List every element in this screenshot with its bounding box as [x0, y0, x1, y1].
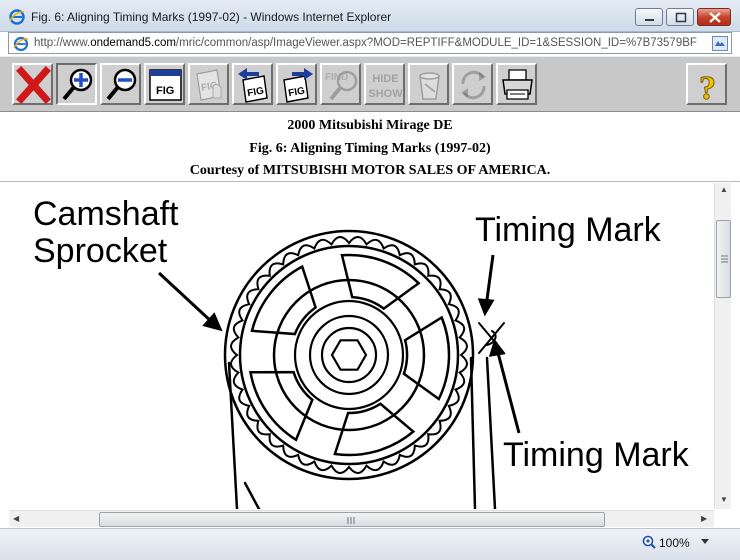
minimize-button[interactable] [635, 8, 663, 26]
zoom-in-icon [62, 68, 93, 101]
previous-figure-button[interactable]: FIG [232, 63, 273, 105]
scroll-down-arrow-icon[interactable]: ▼ [720, 496, 728, 504]
close-x-icon [16, 66, 51, 104]
zoom-out-icon [106, 68, 137, 101]
next-fig-icon: FIG [283, 68, 313, 103]
close-icon [709, 12, 721, 23]
help-question-mark: ? [699, 70, 716, 104]
print-icon [502, 69, 533, 100]
help-button[interactable]: ? [686, 63, 727, 105]
show-text: SHOW [368, 88, 403, 100]
horizontal-scrollbar[interactable]: ◀ ▶ [9, 510, 714, 527]
zoom-in-button[interactable] [56, 63, 97, 105]
hide-show-icon: HIDE SHOW [368, 73, 403, 100]
scroll-left-arrow-icon[interactable]: ◀ [13, 515, 19, 523]
timing-sprocket-diagram: Camshaft Sprocket Timing Mark Timing Mar… [33, 195, 690, 509]
fit-window-icon: FIG [149, 69, 182, 101]
scroll-right-arrow-icon[interactable]: ▶ [701, 515, 707, 523]
print-button[interactable] [496, 63, 537, 105]
zoom-out-button[interactable] [100, 63, 141, 105]
grip-icon [721, 255, 728, 263]
fit-window-button[interactable]: FIG [144, 63, 185, 105]
sprocket-spoke-window [402, 315, 451, 401]
image-viewer[interactable]: Camshaft Sprocket Timing Mark Timing Mar… [9, 183, 714, 509]
zoom-level[interactable]: 100% [659, 536, 690, 550]
url-prefix: http://www. [34, 37, 91, 49]
close-image-button[interactable] [12, 63, 53, 105]
grip-icon [347, 517, 355, 524]
scroll-up-arrow-icon[interactable]: ▲ [720, 186, 728, 194]
rotate-button[interactable] [452, 63, 493, 105]
hide-show-button[interactable]: HIDE SHOW [364, 63, 405, 105]
previous-fig-icon: FIG [238, 68, 268, 103]
help-icon: ? [699, 70, 717, 105]
timing-mark-label-bottom: Timing Mark [503, 436, 690, 474]
minimize-icon [645, 19, 654, 21]
timing-mark-label-top: Timing Mark [475, 211, 662, 249]
title-bar: Fig. 6: Aligning Timing Marks (1997-02) … [0, 0, 740, 32]
find-text: FIND [325, 72, 348, 83]
address-bar[interactable]: http://www.ondemand5.com/mric/common/asp… [8, 32, 732, 54]
camshaft-label-line2: Sprocket [33, 232, 168, 270]
url-domain: ondemand5.com [90, 37, 176, 49]
figure-header: 2000 Mitsubishi Mirage DE Fig. 6: Aligni… [0, 113, 740, 182]
fit-window-fig-text: FIG [156, 85, 174, 97]
bucket-button[interactable] [408, 63, 449, 105]
vertical-scrollbar[interactable]: ▲ ▼ [714, 183, 731, 509]
zoom-magnifier-icon[interactable] [642, 535, 656, 549]
fig-hand-button[interactable]: FIG [188, 63, 229, 105]
horizontal-scroll-thumb[interactable] [99, 512, 605, 527]
rotate-icon [461, 70, 486, 100]
maximize-button[interactable] [666, 8, 694, 26]
camshaft-label-line1: Camshaft [33, 195, 179, 233]
ie-page-icon [13, 36, 29, 52]
camshaft-sprocket-drawing [223, 229, 505, 509]
find-icon: FIND [325, 70, 358, 101]
vehicle-title: 2000 Mitsubishi Mirage DE [287, 118, 453, 133]
url-text[interactable]: http://www.ondemand5.com/mric/common/asp… [34, 37, 714, 49]
bucket-icon [419, 72, 440, 100]
hide-text: HIDE [372, 73, 398, 85]
find-button[interactable]: FIND [320, 63, 361, 105]
url-path: /mric/common/asp/ImageViewer.aspx?MOD=RE… [175, 37, 697, 49]
vertical-scroll-thumb[interactable] [716, 220, 731, 298]
close-window-button[interactable] [697, 8, 731, 26]
zoom-dropdown-icon[interactable] [700, 538, 710, 546]
sprocket-teeth [230, 236, 468, 474]
internet-explorer-icon [9, 9, 25, 25]
compatibility-view-icon[interactable] [712, 36, 728, 51]
status-bar: 100% [0, 528, 740, 560]
fig-hand-icon: FIG [196, 69, 222, 101]
next-figure-button[interactable]: FIG [276, 63, 317, 105]
figure-title: Fig. 6: Aligning Timing Marks (1997-02) [249, 140, 491, 156]
courtesy-line: Courtesy of MITSUBISHI MOTOR SALES OF AM… [189, 163, 551, 178]
window-title: Fig. 6: Aligning Timing Marks (1997-02) … [31, 10, 392, 24]
maximize-icon [675, 12, 687, 23]
viewer-toolbar: FIG FIG FIG FIG FIND HIDE SHOW ? [0, 56, 740, 112]
